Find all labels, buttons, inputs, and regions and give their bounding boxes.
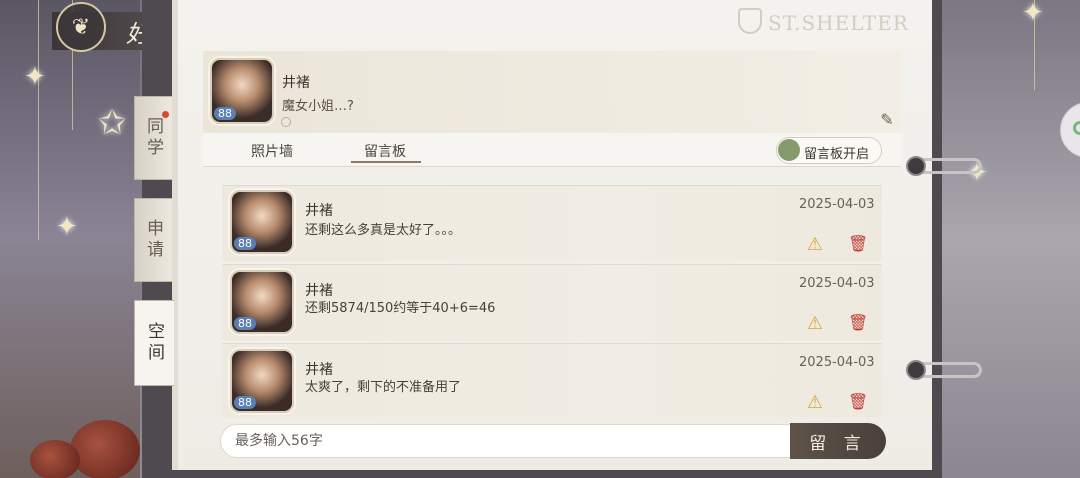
report-warning-icon[interactable]: ⚠	[804, 235, 826, 255]
star-ornament-icon: ✩	[98, 103, 127, 143]
background-right	[930, 0, 1080, 478]
tab-photo-wall[interactable]: 照片墙	[251, 141, 293, 161]
message-text: 还剩这么多真是太好了。。。	[305, 223, 462, 238]
level-badge: 88	[214, 107, 236, 120]
shield-icon	[738, 8, 762, 34]
notification-dot	[162, 111, 169, 118]
report-warning-icon[interactable]: ⚠	[804, 314, 826, 334]
message-text: 太爽了，剩下的不准备用了	[305, 380, 462, 395]
active-tab-indicator	[351, 161, 421, 163]
message-date: 2025-04-03	[799, 197, 875, 212]
tab-label: 申请	[143, 219, 163, 261]
post-message-button[interactable]: 留 言	[790, 423, 886, 459]
message-avatar[interactable]: 88	[230, 190, 294, 254]
tab-classmates[interactable]: 同学	[134, 96, 172, 180]
report-warning-icon[interactable]: ⚠	[804, 393, 826, 413]
tab-space[interactable]: 空间	[134, 300, 174, 386]
rose-decoration	[30, 440, 80, 478]
delete-trash-icon[interactable]: 🗑	[848, 313, 868, 333]
star-ornament-icon: ✦	[1022, 0, 1044, 28]
toggle-label: 留言板开启	[804, 147, 870, 162]
binder-ring-knob	[906, 156, 926, 176]
profile-avatar[interactable]: 88	[210, 58, 274, 124]
tab-requests[interactable]: 申请	[134, 198, 172, 282]
message-avatar[interactable]: 88	[230, 349, 294, 413]
binder-ring-knob	[906, 360, 926, 380]
edit-icon[interactable]: ✎	[878, 111, 896, 129]
tab-message-board[interactable]: 留言板	[364, 141, 406, 161]
profile-name: 井褚	[282, 75, 310, 91]
hanging-chain	[38, 0, 39, 240]
message-avatar[interactable]: 88	[230, 270, 294, 334]
toggle-knob[interactable]	[778, 139, 800, 161]
level-badge: 88	[234, 317, 256, 330]
star-ornament-icon: ✦	[24, 62, 46, 92]
brand-text: ST.SHELTER	[768, 11, 909, 35]
message-date: 2025-04-03	[799, 355, 875, 370]
butterfly-icon[interactable]: ❦	[56, 2, 106, 52]
message-author: 井褚	[305, 203, 333, 219]
star-ornament-icon: ✦	[56, 212, 78, 242]
status-indicator	[281, 117, 291, 127]
message-date: 2025-04-03	[799, 276, 875, 291]
message-input[interactable]	[220, 424, 820, 458]
level-badge: 88	[234, 396, 256, 409]
tab-label: 空间	[144, 322, 164, 364]
brand-logo: ST.SHELTER	[738, 8, 909, 35]
tab-label: 同学	[143, 117, 163, 159]
level-badge: 88	[234, 237, 256, 250]
delete-trash-icon[interactable]: 🗑	[848, 392, 868, 412]
rose-decoration	[70, 420, 140, 478]
circle-icon	[1073, 121, 1080, 135]
message-text: 还剩5874/150约等于40+6=46	[305, 301, 496, 316]
profile-signature: 魔女小姐…?	[282, 99, 354, 114]
profile-header	[203, 51, 901, 133]
delete-trash-icon[interactable]: 🗑	[848, 234, 868, 254]
